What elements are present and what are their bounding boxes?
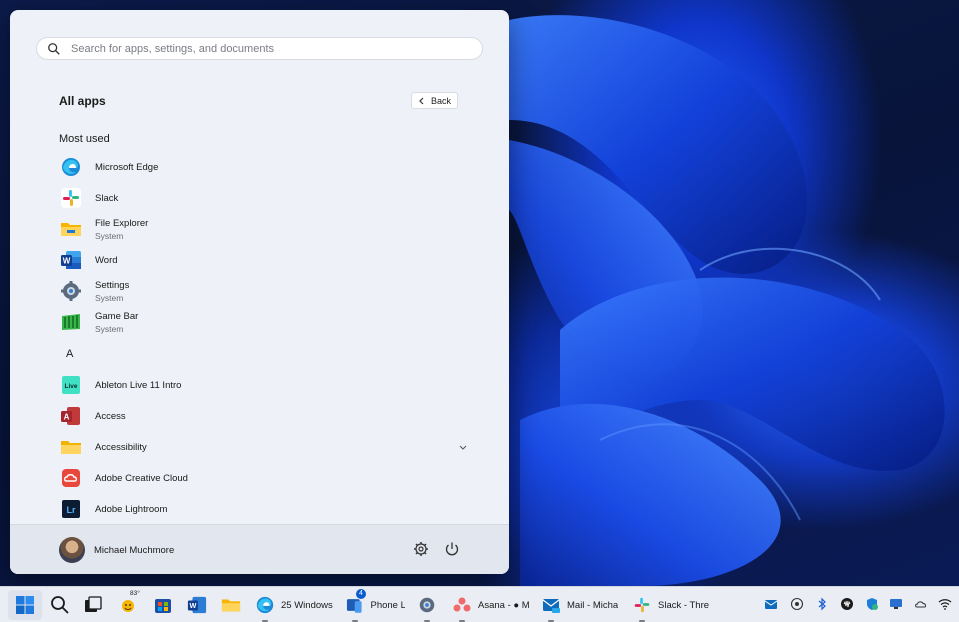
power-icon[interactable]: [443, 540, 461, 558]
app-name: Adobe Lightroom: [95, 503, 168, 515]
app-microsoft-edge[interactable]: Microsoft Edge: [58, 153, 468, 181]
app-accessibility-folder[interactable]: Accessibility: [58, 433, 468, 461]
task-view-button[interactable]: [83, 594, 103, 616]
weather-sun-icon: [122, 600, 134, 612]
app-name: Ableton Live 11 Intro: [95, 379, 182, 391]
creative-cloud-icon: [62, 469, 80, 487]
app-subtitle: System: [95, 323, 124, 334]
app-access[interactable]: A Access: [58, 402, 468, 430]
search-icon: [51, 596, 69, 614]
app-adobe-creative-cloud[interactable]: Adobe Creative Cloud: [58, 464, 468, 492]
taskbar-mail-label: Mail - Micha: [567, 599, 619, 611]
taskbar-phone-label: Phone L: [370, 599, 406, 611]
svg-text:W: W: [63, 257, 71, 266]
access-icon: A: [61, 407, 80, 425]
search-input[interactable]: [71, 42, 482, 55]
app-slack[interactable]: Slack: [58, 184, 468, 212]
onedrive-cloud-icon[interactable]: [914, 597, 928, 611]
lightroom-icon: Lr: [62, 500, 80, 518]
ableton-icon: Live: [62, 376, 80, 394]
start-button[interactable]: [15, 594, 35, 616]
app-word[interactable]: W Word: [58, 246, 468, 274]
all-apps-title: All apps: [59, 94, 106, 108]
network-tray-icon[interactable]: [790, 597, 804, 611]
app-file-explorer[interactable]: File Explorer System: [58, 215, 468, 243]
taskbar-asana[interactable]: Asana - ● M: [452, 594, 530, 622]
section-most-used: Most used: [59, 133, 110, 145]
notification-badge: 4: [356, 589, 366, 599]
audio-app-tray-icon[interactable]: [840, 597, 854, 611]
svg-text:Live: Live: [64, 383, 77, 390]
asana-icon: [453, 597, 471, 612]
start-menu-footer: Michael Muchmore: [10, 524, 509, 574]
app-settings[interactable]: Settings System: [58, 277, 468, 305]
edge-icon: [62, 158, 80, 176]
app-ableton[interactable]: Live Ableton Live 11 Intro: [58, 371, 468, 399]
app-name: Settings: [95, 279, 130, 291]
app-name: Adobe Creative Cloud: [95, 472, 188, 484]
word-icon: W: [187, 596, 207, 614]
taskbar-file-explorer[interactable]: [221, 594, 241, 616]
taskbar-mail[interactable]: Mail - Micha: [541, 594, 621, 622]
folder-icon: [61, 441, 81, 454]
store-icon: [155, 599, 171, 613]
edge-icon: [256, 596, 274, 614]
avatar: [59, 537, 85, 563]
app-name: File Explorer: [95, 217, 149, 229]
wifi-icon[interactable]: [938, 597, 952, 611]
gear-icon: [419, 597, 435, 613]
settings-gear-icon[interactable]: [412, 540, 430, 558]
start-search-box[interactable]: [36, 37, 483, 60]
svg-text:Lr: Lr: [67, 505, 76, 515]
svg-text:W: W: [189, 601, 196, 610]
taskbar-word[interactable]: W: [187, 594, 207, 616]
taskbar-search-button[interactable]: [50, 594, 70, 616]
start-menu: All apps Back Most used Microsoft Edge S…: [10, 10, 509, 574]
security-shield-icon[interactable]: [865, 597, 879, 611]
back-button[interactable]: Back: [411, 92, 458, 109]
app-name: Accessibility: [95, 441, 147, 453]
bluetooth-icon[interactable]: [815, 597, 829, 611]
taskbar: 83° W 25 Windows 4 Phone L Asana - ● M M…: [0, 586, 959, 622]
weather-temperature: 83°: [130, 590, 140, 597]
folder-icon: [221, 599, 241, 612]
task-view-icon: [85, 596, 102, 612]
windows-logo-icon: [16, 596, 34, 614]
taskbar-edge-label: 25 Windows: [281, 599, 333, 611]
monitor-tray-icon[interactable]: [889, 597, 903, 611]
taskbar-asana-label: Asana - ● M: [478, 599, 530, 611]
word-icon: W: [61, 251, 81, 269]
slack-icon: [634, 597, 650, 613]
svg-text:A: A: [64, 413, 70, 422]
gear-icon: [61, 281, 81, 301]
app-subtitle: System: [95, 230, 124, 241]
game-bar-icon: [62, 314, 80, 330]
app-game-bar[interactable]: Game Bar System: [58, 308, 468, 336]
folder-icon: [61, 223, 81, 236]
app-name: Word: [95, 254, 118, 266]
app-name: Access: [95, 410, 126, 422]
taskbar-settings[interactable]: [417, 594, 437, 622]
search-icon: [48, 42, 60, 55]
taskbar-store[interactable]: [153, 594, 173, 616]
taskbar-slack-label: Slack - Thre: [658, 599, 710, 611]
app-name: Microsoft Edge: [95, 161, 159, 173]
user-account-button[interactable]: Michael Muchmore: [59, 537, 174, 563]
section-letter-a[interactable]: A: [66, 348, 73, 360]
taskbar-phone-link[interactable]: 4 Phone L: [345, 589, 406, 622]
app-adobe-lightroom[interactable]: Lr Adobe Lightroom: [58, 495, 468, 523]
widgets-weather-button[interactable]: 83°: [118, 590, 140, 616]
slack-icon: [61, 188, 81, 208]
chevron-left-icon: [419, 97, 424, 104]
back-button-label: Back: [430, 95, 451, 106]
outlook-tray-icon[interactable]: [764, 597, 778, 611]
chevron-down-icon[interactable]: [458, 442, 468, 452]
app-name: Game Bar: [95, 310, 139, 322]
user-name: Michael Muchmore: [94, 544, 175, 556]
app-name: Slack: [95, 192, 119, 204]
taskbar-edge[interactable]: 25 Windows: [255, 594, 333, 622]
app-subtitle: System: [95, 292, 124, 303]
mail-icon: [542, 599, 560, 613]
taskbar-slack[interactable]: Slack - Thre: [632, 594, 712, 622]
